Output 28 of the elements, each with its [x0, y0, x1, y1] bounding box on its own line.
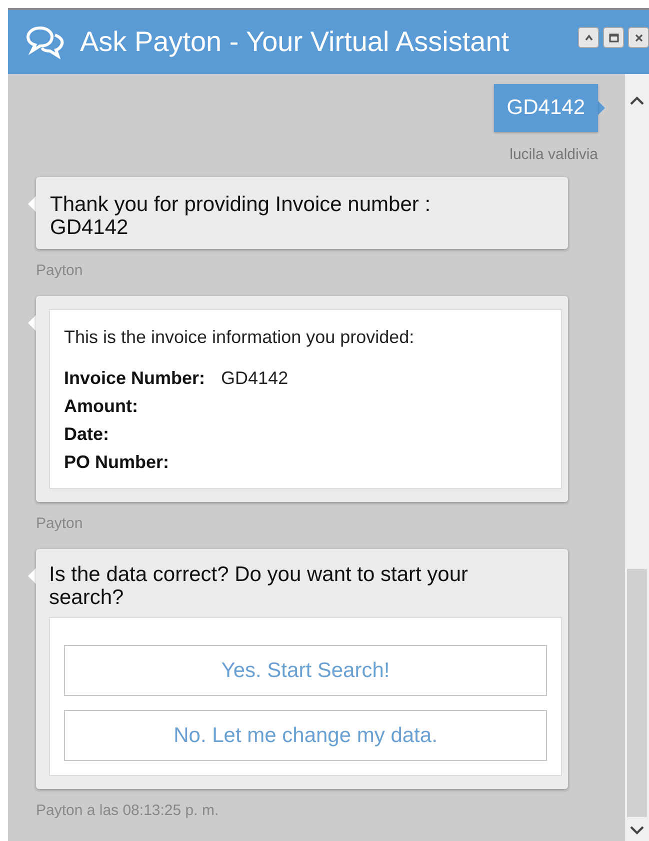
collapse-button[interactable] — [578, 27, 599, 48]
option-button[interactable]: Yes. Start Search! — [64, 645, 547, 696]
timestamp: Payton a las 08:13:25 p. m. — [36, 802, 220, 820]
sender-name: Payton — [36, 514, 84, 532]
scroll-up-icon[interactable] — [629, 96, 645, 106]
bot-message: Thank you for providing Invoice number : GD4142 — [36, 177, 568, 250]
scrollbar[interactable] — [625, 74, 649, 841]
intro-text: This is the invoice information you provided: — [64, 328, 416, 348]
sender-name: Payton — [36, 262, 84, 280]
question-text: Is the data correct? Do you want to start your search? — [49, 562, 470, 610]
field-label: PO Number: — [64, 450, 170, 474]
bubble-tail — [598, 101, 605, 115]
sender-name: lucila valdivia — [508, 146, 599, 163]
chevron-up-icon — [584, 32, 594, 42]
maximize-icon — [608, 32, 618, 42]
field-label: Date: — [64, 422, 110, 446]
option-button[interactable]: No. Let me change my data. — [64, 710, 547, 762]
chat-bubbles-icon — [26, 25, 66, 59]
field-value: GD4142 — [221, 366, 288, 390]
field-label: Invoice Number: — [64, 366, 206, 390]
user-message: GD4142 — [494, 84, 598, 132]
field-label: Amount: — [64, 394, 138, 418]
close-button[interactable] — [628, 27, 649, 48]
close-icon — [634, 32, 644, 42]
scroll-thumb[interactable] — [627, 569, 647, 817]
maximize-button[interactable] — [603, 27, 624, 48]
window-title: Ask Payton - Your Virtual Assistant — [80, 26, 510, 58]
scroll-down-icon[interactable] — [629, 825, 645, 835]
